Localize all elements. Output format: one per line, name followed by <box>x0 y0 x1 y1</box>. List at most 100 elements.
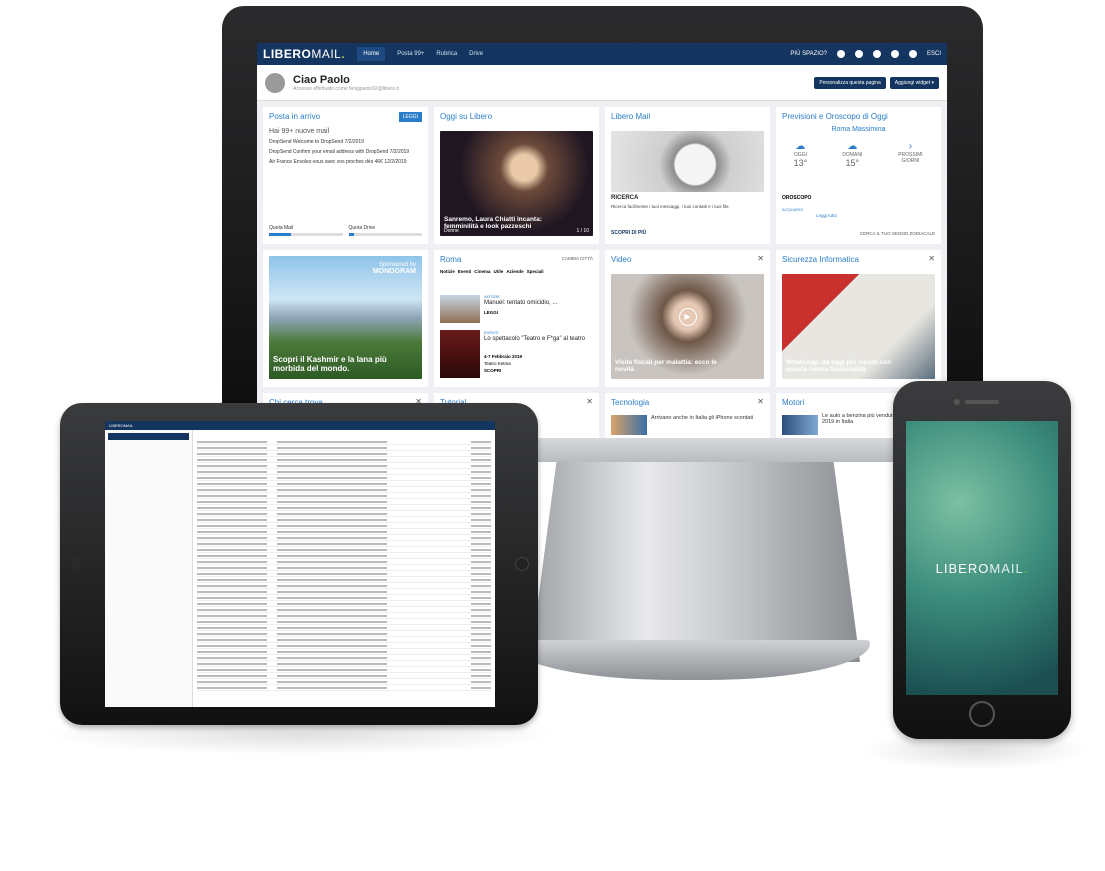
widget-title: Oggi su Libero <box>440 112 493 121</box>
account-info: Accesso effettuato come fenigpaolo92@lib… <box>293 85 399 92</box>
cloud-icon: ☁ <box>847 141 858 152</box>
refresh-icon[interactable] <box>854 50 863 58</box>
tablet-logo[interactable]: LIBEROMAIL <box>109 423 133 428</box>
phone-camera <box>954 399 960 405</box>
account-icon[interactable] <box>836 50 845 58</box>
event-tag: EVENTI <box>484 330 499 335</box>
event-date: 4-7 Febbraio 2019 <box>484 354 523 359</box>
tablet-mail-list <box>197 439 491 691</box>
top-right-actions: PIÙ SPAZIO? ESCI <box>790 50 941 58</box>
event-venue: Teatro Ketma <box>484 361 511 366</box>
tech-widget: Tecnologia ✕ Arrivano anche in Italia gli… <box>605 393 770 438</box>
gear-icon[interactable] <box>908 50 917 58</box>
mail-item[interactable]: DropSend Confirm your email address with… <box>263 147 428 157</box>
find-sign-link[interactable]: CERCA IL TUO SEGNO ZODIACALE <box>860 231 935 236</box>
tablet-camera <box>72 556 80 570</box>
weather-tomorrow: ☁ DOMANI 15° <box>842 141 863 168</box>
tablet-navbar: LIBEROMAIL <box>105 421 495 430</box>
ad-widget[interactable]: Sponsored by MONOGRAM Scopri il Kashmir … <box>263 250 428 387</box>
news-title[interactable]: Manuel: tentato omicidio, ... <box>484 300 557 306</box>
roma-tabs: Notizie Eventi Cinema Utile Aziende Spec… <box>434 269 599 274</box>
quota-drive-label: Quota Drive <box>348 225 376 231</box>
compose-button[interactable] <box>108 433 189 440</box>
news-tag: NOTIZIE <box>484 294 500 299</box>
discover-link[interactable]: SCOPRI <box>484 368 501 373</box>
news-tag: Donne <box>444 228 459 234</box>
widget-title: Video <box>611 255 632 264</box>
tab-cinema[interactable]: Cinema <box>474 269 490 274</box>
change-city-link[interactable]: CAMBIA CITTÀ <box>562 256 593 261</box>
city-name: Roma Massimina <box>831 126 886 133</box>
tab-utile[interactable]: Utile <box>494 269 504 274</box>
zodiac-sign: ACQUARIO <box>782 207 804 212</box>
motori-thumb[interactable] <box>782 415 818 435</box>
table-row[interactable] <box>197 685 491 691</box>
widget-title: Tecnologia <box>611 398 650 407</box>
video-caption[interactable]: Visite fiscali per malattia: ecco le nov… <box>615 359 731 373</box>
tab-notizie[interactable]: Notizie <box>440 269 455 274</box>
new-mail-count: Hai 99+ nuove mail <box>269 128 330 135</box>
add-widget-button[interactable]: Aggiungi widget ▾ <box>889 76 939 89</box>
device-mockup: LIBEROMAIL. Home Posta 99+ Rubrica Drive… <box>0 0 1105 871</box>
lock-icon[interactable] <box>890 50 899 58</box>
news-thumb[interactable] <box>440 295 480 323</box>
logout-link[interactable]: ESCI <box>927 51 941 57</box>
slide-counter: 1 / 10 <box>576 228 589 234</box>
weather-today: ☁ OGGI 13° <box>793 141 808 168</box>
phone-screen: LIBEROMAIL. <box>906 421 1058 695</box>
customize-button[interactable]: Personalizza questa pagina <box>814 76 886 89</box>
tablet-screen: LIBEROMAIL <box>105 421 495 707</box>
tab-speciali[interactable]: Speciali <box>527 269 544 274</box>
tab-eventi[interactable]: Eventi <box>458 269 472 274</box>
close-icon[interactable]: ✕ <box>586 397 593 406</box>
nav-rubrica[interactable]: Rubrica <box>436 51 457 57</box>
nav-posta[interactable]: Posta 99+ <box>397 51 424 57</box>
read-button[interactable]: LEGGI <box>398 112 422 122</box>
tab-aziende[interactable]: Aziende <box>506 269 523 274</box>
widget-grid: Posta in arrivo LEGGI Hai 99+ nuove mail… <box>257 101 947 438</box>
event-title[interactable]: Lo spettacolo "Teatro e F*ga" al teatro <box>484 336 593 342</box>
news-caption[interactable]: Sanremo, Laura Chiatti incanta: femminil… <box>444 216 560 230</box>
welcome-header: Ciao Paolo Accesso effettuato come fenig… <box>257 65 947 101</box>
quota-mail-label: Quota Mail <box>269 225 294 231</box>
nav-drive[interactable]: Drive <box>469 51 483 57</box>
widget-title: Sicurezza Informatica <box>782 255 859 264</box>
nav-home[interactable]: Home <box>357 47 386 61</box>
imac-base <box>510 640 870 680</box>
quota-bars: Quota Mail Quota Drive <box>269 225 422 236</box>
read-all-link[interactable]: Leggi tutto <box>816 213 837 218</box>
video-widget: Video ✕ ▶ Visite fiscali per malattia: e… <box>605 250 770 387</box>
ad-brand: MONOGRAM <box>372 268 416 275</box>
help-icon[interactable] <box>872 50 881 58</box>
ad-caption: Scopri il Kashmir e la lana più morbida … <box>273 355 387 373</box>
widget-title: Libero Mail <box>611 112 651 121</box>
play-icon[interactable]: ▶ <box>678 308 697 326</box>
discover-link[interactable]: SCOPRI DI PIÙ <box>611 230 646 236</box>
close-icon[interactable]: ✕ <box>928 254 935 263</box>
feature-text: Ricerca facilmente i tuoi messaggi, i tu… <box>611 204 730 209</box>
mail-item[interactable]: Air France Envolez-vous avec vos proches… <box>263 157 428 167</box>
security-widget: Sicurezza Informatica ✕ WhatsApp, da ogg… <box>776 250 941 387</box>
avatar[interactable] <box>265 72 285 93</box>
promo-link[interactable]: PIÙ SPAZIO? <box>790 51 827 57</box>
security-caption[interactable]: WhatsApp, da oggi più sicuro con questa … <box>786 359 902 373</box>
widget-title: Previsioni e Oroscopo di Oggi <box>782 112 888 121</box>
greeting: Ciao Paolo <box>293 73 350 86</box>
tech-thumb[interactable] <box>611 415 647 435</box>
desktop-screen: LIBEROMAIL. Home Posta 99+ Rubrica Drive… <box>257 43 947 438</box>
imac-stand <box>530 462 860 662</box>
event-thumb[interactable] <box>440 330 480 378</box>
close-icon[interactable]: ✕ <box>757 397 764 406</box>
close-icon[interactable]: ✕ <box>757 254 764 263</box>
tablet-home-button[interactable] <box>515 557 529 571</box>
phone-speaker <box>965 400 999 404</box>
tech-text[interactable]: Arrivano anche in Italia gli iPhone scon… <box>651 415 764 421</box>
weather-next[interactable]: › PROSSIMI GIORNI <box>897 141 923 168</box>
phone-home-button[interactable] <box>969 701 995 727</box>
horoscope-label: OROSCOPO <box>782 195 812 201</box>
libero-logo[interactable]: LIBEROMAIL. <box>263 47 345 61</box>
top-navbar: LIBEROMAIL. Home Posta 99+ Rubrica Drive… <box>257 43 947 65</box>
mail-item[interactable]: DropSend Welcome to DropSend 7/2/2019 <box>263 137 428 147</box>
read-link[interactable]: LEGGI <box>484 310 498 315</box>
cloud-icon: ☁ <box>795 141 806 152</box>
